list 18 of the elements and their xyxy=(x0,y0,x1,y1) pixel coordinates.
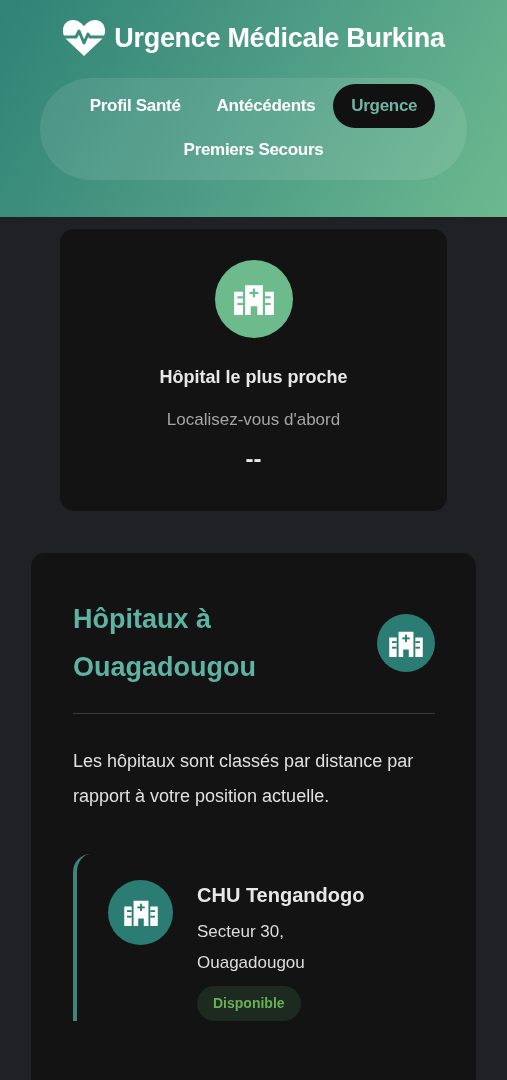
panel-description: Les hôpitaux sont classés par distance par rapport à votre position actuelle. xyxy=(73,750,415,808)
panel-title: Hôpitaux à Ouagadougou xyxy=(73,603,257,684)
distance-value: -- xyxy=(245,443,262,474)
tab[interactable]: Premiers Secours xyxy=(165,127,342,173)
hospital-icon xyxy=(123,899,158,926)
hospital-address: Secteur 30, Ouagadougou xyxy=(197,921,306,974)
card-subtitle: Localisez-vous d'abord xyxy=(166,409,341,431)
hospital-icon xyxy=(233,283,274,315)
hospital-item[interactable]: CHU Tengandogo Secteur 30, Ouagadougou Disponible xyxy=(73,854,435,1021)
heart-pulse-icon xyxy=(62,19,107,58)
hospital-icon xyxy=(389,629,423,657)
app-title: Urgence Médicale Burkina xyxy=(114,22,445,55)
hospital-name: CHU Tengandogo xyxy=(197,883,365,908)
card-title: Hôpital le plus proche xyxy=(159,366,348,389)
tab[interactable]: Profil Santé xyxy=(71,83,199,128)
status-badge: Disponible xyxy=(197,986,301,1021)
tab[interactable]: Antécédents xyxy=(198,83,334,128)
tab[interactable]: Urgence xyxy=(333,83,436,128)
